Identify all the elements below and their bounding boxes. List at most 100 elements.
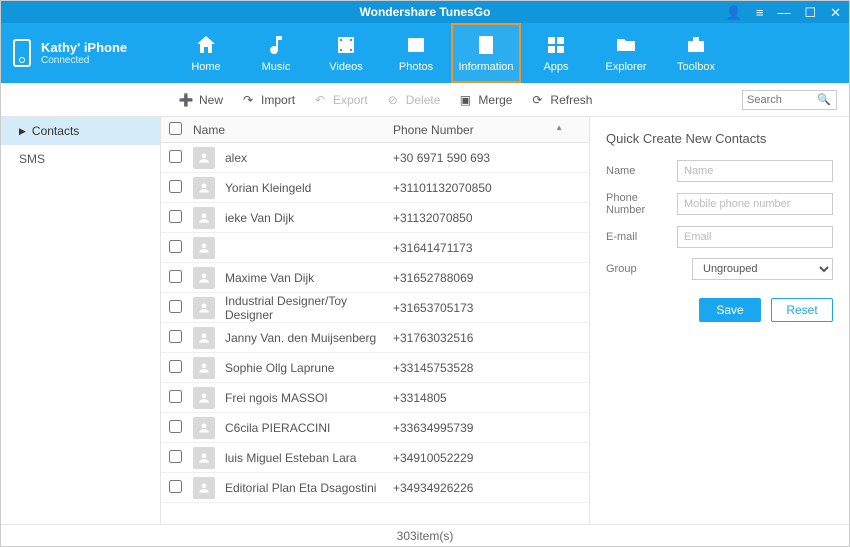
contact-name: Editorial Plan Eta Dsagostini xyxy=(225,481,393,495)
rows-container[interactable]: alex+30 6971 590 693Yorian Kleingeld+311… xyxy=(161,143,589,524)
window-controls: 👤 ≡ — ☐ ✕ xyxy=(726,1,841,23)
avatar-icon xyxy=(193,357,215,379)
contact-phone: +31763032516 xyxy=(393,331,581,345)
table-row[interactable]: luis Miguel Esteban Lara+34910052229 xyxy=(161,443,589,473)
title-bar: Wondershare TunesGo 👤 ≡ — ☐ ✕ xyxy=(1,1,849,23)
maximize-button[interactable]: ☐ xyxy=(804,6,816,19)
nav-toolbox[interactable]: Toolbox xyxy=(661,23,731,83)
table-row[interactable]: Yorian Kleingeld+31101132070850 xyxy=(161,173,589,203)
avatar-icon xyxy=(193,177,215,199)
plus-icon: ➕ xyxy=(179,93,193,107)
contact-phone: +34910052229 xyxy=(393,451,581,465)
contact-phone: +34934926226 xyxy=(393,481,581,495)
group-select[interactable]: Ungrouped xyxy=(692,258,833,280)
contact-name: luis Miguel Esteban Lara xyxy=(225,451,393,465)
row-checkbox[interactable] xyxy=(169,270,182,283)
table-row[interactable]: alex+30 6971 590 693 xyxy=(161,143,589,173)
device-status: Connected xyxy=(41,55,127,66)
reset-button[interactable]: Reset xyxy=(771,298,833,322)
table-row[interactable]: Editorial Plan Eta Dsagostini+3493492622… xyxy=(161,473,589,503)
status-bar: 303 item(s) xyxy=(1,524,849,546)
nav-home[interactable]: Home xyxy=(171,23,241,83)
contact-list: Name Phone Number▲ alex+30 6971 590 693Y… xyxy=(161,117,589,524)
row-checkbox[interactable] xyxy=(169,240,182,253)
search-box[interactable]: 🔍 xyxy=(742,90,837,110)
row-checkbox[interactable] xyxy=(169,480,182,493)
contact-phone: +31652788069 xyxy=(393,271,581,285)
row-checkbox[interactable] xyxy=(169,390,182,403)
contact-name: Janny Van. den Muijsenberg xyxy=(225,331,393,345)
table-row[interactable]: C6cila PIERACCINI+33634995739 xyxy=(161,413,589,443)
column-phone[interactable]: Phone Number▲ xyxy=(393,123,581,137)
close-button[interactable]: ✕ xyxy=(830,6,841,19)
sidebar-item-sms[interactable]: SMS xyxy=(1,145,160,173)
contact-phone: +3314805 xyxy=(393,391,581,405)
table-row[interactable]: ieke Van Dijk+31132070850 xyxy=(161,203,589,233)
nav-apps[interactable]: Apps xyxy=(521,23,591,83)
email-input[interactable] xyxy=(677,226,833,248)
avatar-icon xyxy=(193,327,215,349)
row-checkbox[interactable] xyxy=(169,300,182,313)
sidebar-item-contacts[interactable]: ▶Contacts xyxy=(1,117,160,145)
table-row[interactable]: Industrial Designer/Toy Designer+3165370… xyxy=(161,293,589,323)
merge-icon: ▣ xyxy=(458,93,472,107)
column-name[interactable]: Name xyxy=(193,123,393,137)
nav-photos[interactable]: Photos xyxy=(381,23,451,83)
contact-name: ieke Van Dijk xyxy=(225,211,393,225)
search-icon[interactable]: 🔍 xyxy=(817,93,831,106)
sort-icon[interactable]: ▲ xyxy=(555,123,563,132)
nav-music[interactable]: Music xyxy=(241,23,311,83)
avatar-icon xyxy=(193,207,215,229)
menu-icon[interactable]: ≡ xyxy=(756,6,764,19)
name-input[interactable] xyxy=(677,160,833,182)
merge-button[interactable]: ▣Merge xyxy=(458,93,512,107)
phone-input[interactable] xyxy=(677,193,833,215)
avatar-icon xyxy=(193,297,215,319)
row-checkbox[interactable] xyxy=(169,450,182,463)
contact-name: Yorian Kleingeld xyxy=(225,181,393,195)
minimize-button[interactable]: — xyxy=(777,6,790,19)
table-row[interactable]: Janny Van. den Muijsenberg+31763032516 xyxy=(161,323,589,353)
table-row[interactable]: Frei ngois MASSOI+3314805 xyxy=(161,383,589,413)
contact-phone: +31132070850 xyxy=(393,211,581,225)
table-row[interactable]: Sophie Ollg Laprune+33145753528 xyxy=(161,353,589,383)
device-panel[interactable]: Kathy' iPhone Connected xyxy=(1,39,161,67)
avatar-icon xyxy=(193,147,215,169)
panel-title: Quick Create New Contacts xyxy=(606,131,833,146)
import-icon: ↷ xyxy=(241,93,255,107)
row-checkbox[interactable] xyxy=(169,210,182,223)
search-input[interactable] xyxy=(747,94,817,106)
app-title: Wondershare TunesGo xyxy=(360,5,491,19)
sidebar: ▶Contacts SMS xyxy=(1,117,161,524)
export-button[interactable]: ↶Export xyxy=(313,93,368,107)
row-checkbox[interactable] xyxy=(169,360,182,373)
table-row[interactable]: +31641471173 xyxy=(161,233,589,263)
nav-explorer[interactable]: Explorer xyxy=(591,23,661,83)
avatar-icon xyxy=(193,417,215,439)
delete-button[interactable]: ⊘Delete xyxy=(386,93,441,107)
user-icon[interactable]: 👤 xyxy=(726,6,742,19)
nav-videos[interactable]: Videos xyxy=(311,23,381,83)
header: Kathy' iPhone Connected Home Music Video… xyxy=(1,23,849,83)
name-label: Name xyxy=(606,165,677,177)
import-button[interactable]: ↷Import xyxy=(241,93,295,107)
contact-phone: +31641471173 xyxy=(393,241,581,255)
row-checkbox[interactable] xyxy=(169,420,182,433)
row-checkbox[interactable] xyxy=(169,150,182,163)
contact-phone: +33145753528 xyxy=(393,361,581,375)
row-checkbox[interactable] xyxy=(169,330,182,343)
contact-name: Frei ngois MASSOI xyxy=(225,391,393,405)
select-all-checkbox[interactable] xyxy=(169,122,182,135)
item-count: 303 xyxy=(397,529,417,543)
nav-tabs: Home Music Videos Photos Information App… xyxy=(161,23,849,83)
contact-name: Sophie Ollg Laprune xyxy=(225,361,393,375)
save-button[interactable]: Save xyxy=(699,298,761,322)
refresh-button[interactable]: ⟳Refresh xyxy=(530,93,592,107)
nav-information[interactable]: Information xyxy=(451,23,521,83)
contact-name: alex xyxy=(225,151,393,165)
new-button[interactable]: ➕New xyxy=(179,93,223,107)
contact-name: Maxime Van Dijk xyxy=(225,271,393,285)
contact-phone: +33634995739 xyxy=(393,421,581,435)
table-row[interactable]: Maxime Van Dijk+31652788069 xyxy=(161,263,589,293)
row-checkbox[interactable] xyxy=(169,180,182,193)
